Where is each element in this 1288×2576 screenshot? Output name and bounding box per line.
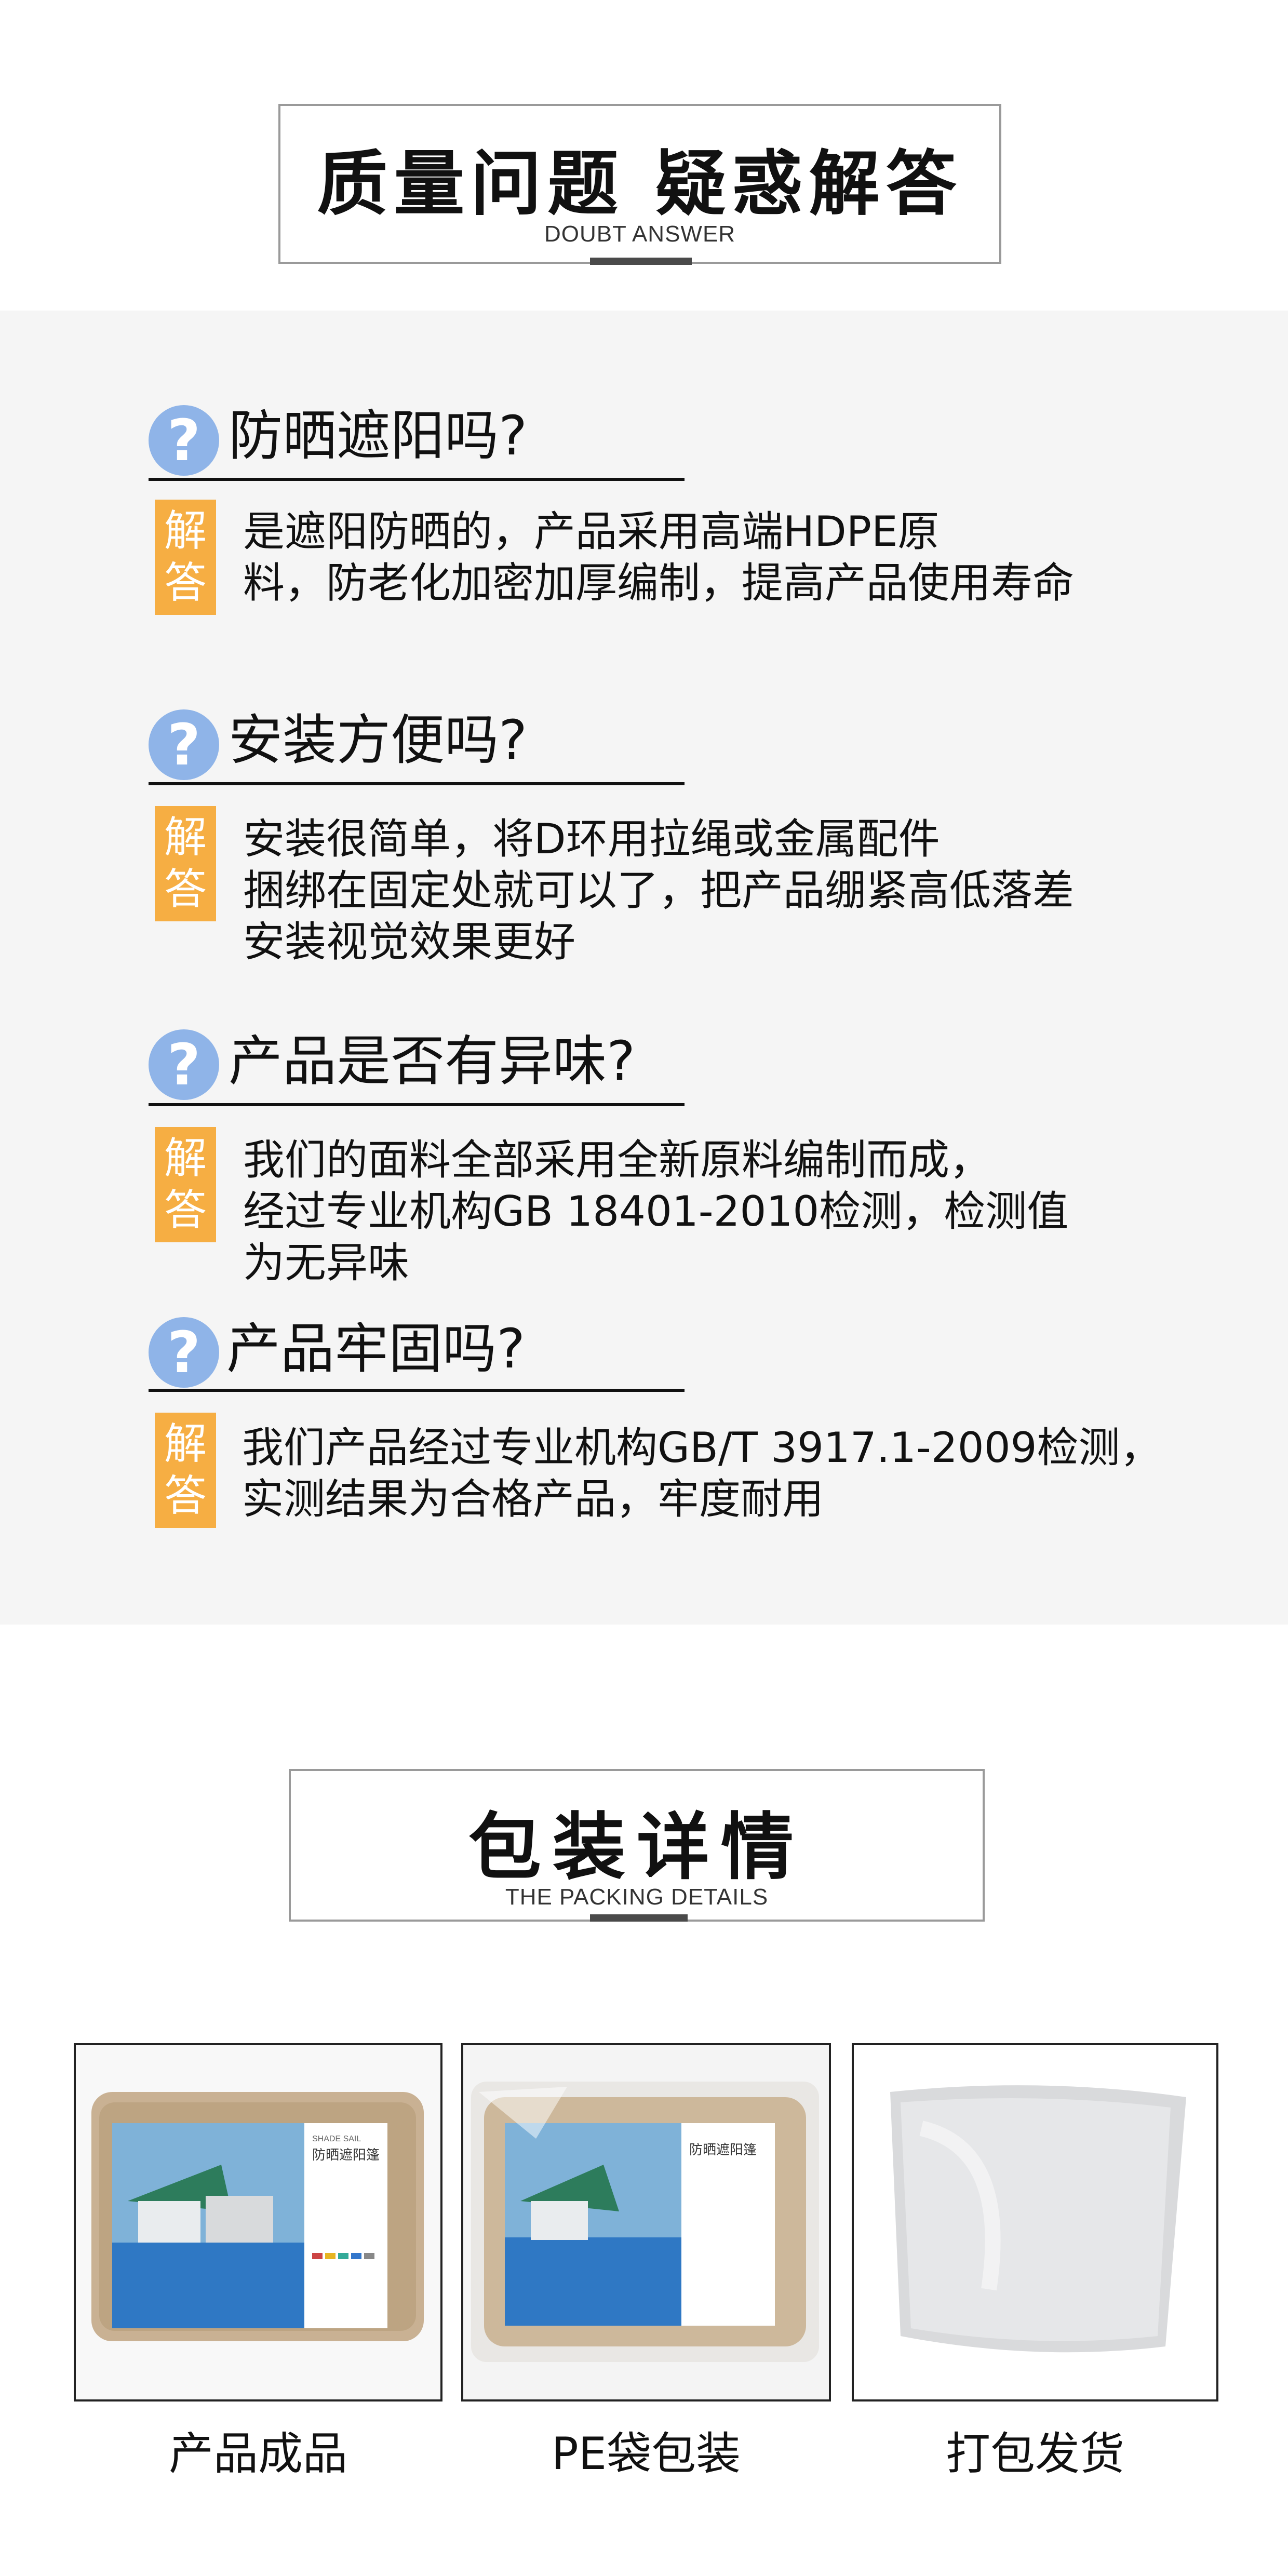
shipping-bag-photo <box>852 2043 1218 2401</box>
packing-subtitle: THE PACKING DETAILS <box>505 1884 769 1910</box>
faq-question: 产品是否有异味? <box>229 1029 636 1093</box>
picture-caption: 打包发货 <box>946 2428 1124 2480</box>
answer-badge: 解 答 <box>155 1413 216 1528</box>
pe-bag-photo: 防晒遮阳篷 <box>461 2043 831 2401</box>
faq-answer: 我们产品经过专业机构GB/T 3917.1-2009检测， 实测结果为合格产品，… <box>242 1424 1162 1523</box>
faq-question: 安装方便吗? <box>229 708 528 772</box>
answer-badge: 解 答 <box>155 500 216 615</box>
shipping-bag-image <box>854 2045 1216 2399</box>
question-underline <box>149 478 685 481</box>
package-brand: SHADE SAIL <box>312 2135 361 2143</box>
picture-caption: PE袋包装 <box>551 2428 741 2480</box>
answer-badge-char: 答 <box>164 1471 207 1521</box>
package-product-name: 防晒遮阳篷 <box>689 2142 757 2158</box>
package-product-name: 防晒遮阳篷 <box>312 2148 380 2163</box>
answer-badge-char: 解 <box>164 813 207 862</box>
picture-caption: 产品成品 <box>169 2428 347 2480</box>
doubt-title-box: 质量问题 疑惑解答 DOUBT ANSWER <box>278 104 1001 264</box>
faq-answer: 是遮阳防晒的，产品采用高端HDPE原 料，防老化加密加厚编制，提高产品使用寿命 <box>243 507 1074 607</box>
packing-title-box: 包装详情 THE PACKING DETAILS <box>289 1769 985 1922</box>
question-underline <box>149 782 685 785</box>
question-icon: ? <box>149 1317 219 1388</box>
answer-badge: 解 答 <box>155 1127 216 1242</box>
answer-badge-char: 答 <box>164 1186 207 1235</box>
question-icon: ? <box>149 405 219 476</box>
pe-bag-image: 防晒遮阳篷 <box>463 2045 829 2399</box>
answer-badge-char: 解 <box>164 506 207 556</box>
doubt-subtitle: DOUBT ANSWER <box>544 221 736 247</box>
answer-badge-char: 答 <box>164 558 207 608</box>
faq-question: 产品牢固吗? <box>226 1317 526 1380</box>
product-package-image: SHADE SAIL 防晒遮阳篷 <box>76 2045 440 2399</box>
answer-badge-char: 解 <box>164 1419 207 1469</box>
answer-badge: 解 答 <box>155 806 216 921</box>
faq-answer: 我们的面料全部采用全新原料编制而成， 经过专业机构GB 18401-2010检测… <box>243 1136 1069 1287</box>
question-icon: ? <box>149 709 219 780</box>
packing-title-underline <box>590 1914 688 1922</box>
question-underline <box>149 1389 685 1392</box>
faq-answer: 安装很简单，将D环用拉绳或金属配件 捆绑在固定处就可以了，把产品绷紧高低落差 安… <box>243 815 1074 966</box>
question-icon: ? <box>149 1029 219 1100</box>
question-underline <box>149 1103 685 1106</box>
doubt-title-underline <box>590 258 692 265</box>
faq-question: 防晒遮阳吗? <box>229 404 528 467</box>
answer-badge-char: 答 <box>164 865 207 914</box>
product-photo: SHADE SAIL 防晒遮阳篷 <box>74 2043 442 2401</box>
packing-title: 包装详情 <box>468 1805 805 1890</box>
answer-badge-char: 解 <box>164 1134 207 1183</box>
doubt-title: 质量问题 疑惑解答 <box>317 143 963 225</box>
